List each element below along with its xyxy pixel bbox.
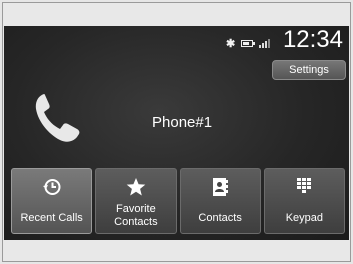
keypad-label: Keypad: [285, 212, 324, 224]
clock: 12:34: [282, 26, 343, 53]
device-name: Phone#1: [152, 114, 213, 131]
phone-screen: ✱ 12:34 Settings Phone#1 Recent Calls Fa…: [4, 26, 349, 240]
phone-menu: Recent Calls Favorite Contacts Contacts: [11, 168, 345, 234]
keypad-button[interactable]: Keypad: [263, 168, 345, 234]
signal-icon: [259, 38, 273, 48]
battery-icon: [241, 39, 256, 47]
star-icon: [126, 178, 146, 196]
phone-handset-icon: [35, 94, 80, 142]
favorite-contacts-label: Favorite Contacts: [114, 203, 158, 228]
clock-history-icon: [42, 179, 61, 195]
settings-button[interactable]: Settings: [272, 60, 346, 80]
settings-button-label: Settings: [289, 64, 329, 76]
bluetooth-icon: ✱: [226, 37, 236, 50]
favorite-contacts-button[interactable]: Favorite Contacts: [95, 168, 177, 234]
status-icons: ✱: [226, 34, 286, 52]
keypad-icon: [297, 178, 312, 193]
recent-calls-label: Recent Calls: [20, 212, 83, 224]
contacts-button[interactable]: Contacts: [179, 168, 261, 234]
recent-calls-button[interactable]: Recent Calls: [11, 168, 93, 234]
contacts-label: Contacts: [198, 212, 242, 224]
contact-book-icon: [213, 178, 229, 196]
